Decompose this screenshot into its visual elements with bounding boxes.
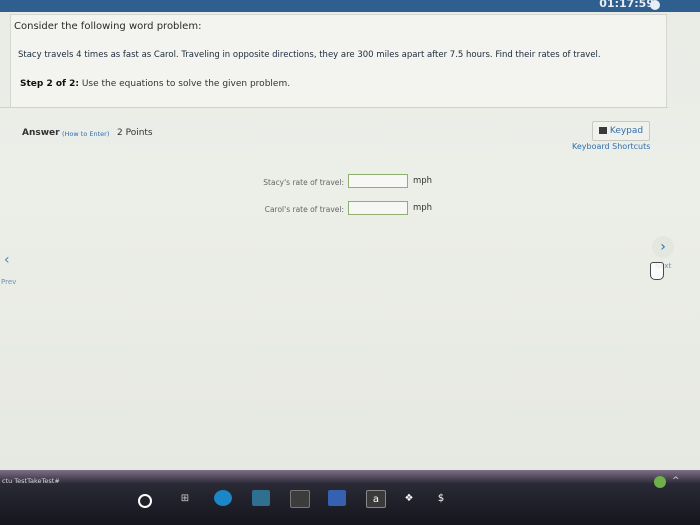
taskbar-window-label[interactable]: ctu TestTakeTest# (2, 477, 60, 485)
points-label: 2 Points (117, 128, 153, 138)
problem-intro: Consider the following word problem: (14, 21, 202, 32)
tray-caret-icon[interactable]: ^ (672, 476, 680, 486)
top-bar (0, 0, 700, 12)
carol-rate-unit: mph (413, 203, 433, 213)
divider (0, 107, 668, 108)
keyboard-shortcuts-link[interactable]: Keyboard Shortcuts (572, 142, 650, 151)
dropbox-icon[interactable]: ❖ (400, 490, 418, 506)
keypad-button[interactable]: Keypad (592, 121, 650, 141)
problem-statement: Stacy travels 4 times as fast as Carol. … (18, 50, 601, 60)
hand-cursor-icon (650, 262, 664, 280)
taskbar (0, 470, 700, 525)
answer-label: Answer (22, 128, 60, 138)
stacy-rate-label: Stacy's rate of travel: (263, 178, 344, 187)
step-instruction: Step 2 of 2: Use the equations to solve … (20, 79, 290, 89)
clock-icon (650, 0, 660, 10)
edge-icon[interactable] (214, 490, 232, 506)
stacy-rate-unit: mph (413, 176, 433, 186)
chevron-left-icon[interactable]: ‹ (4, 252, 10, 268)
search-circle-icon[interactable] (138, 494, 152, 508)
how-to-enter-link[interactable]: (How to Enter) (62, 130, 109, 138)
chevron-right-icon[interactable]: › (652, 236, 674, 258)
file-explorer-icon[interactable] (252, 490, 270, 506)
step-label: Step 2 of 2: (20, 79, 79, 89)
dollar-app-icon[interactable]: $ (432, 490, 450, 506)
mail-icon[interactable] (328, 490, 346, 506)
task-view-icon[interactable]: ⊞ (176, 490, 194, 506)
prev-button[interactable]: Prev (1, 278, 16, 286)
carol-rate-label: Carol's rate of travel: (264, 205, 344, 214)
store-icon[interactable] (290, 490, 310, 508)
stacy-rate-input[interactable] (348, 174, 408, 188)
timer: 01:17:59 (599, 0, 654, 10)
keypad-label: Keypad (609, 126, 644, 136)
amazon-icon[interactable]: a (366, 490, 386, 508)
keypad-icon (598, 127, 607, 134)
step-text: Use the equations to solve the given pro… (78, 79, 291, 89)
network-tray-icon[interactable] (654, 476, 666, 488)
carol-rate-input[interactable] (348, 201, 408, 215)
